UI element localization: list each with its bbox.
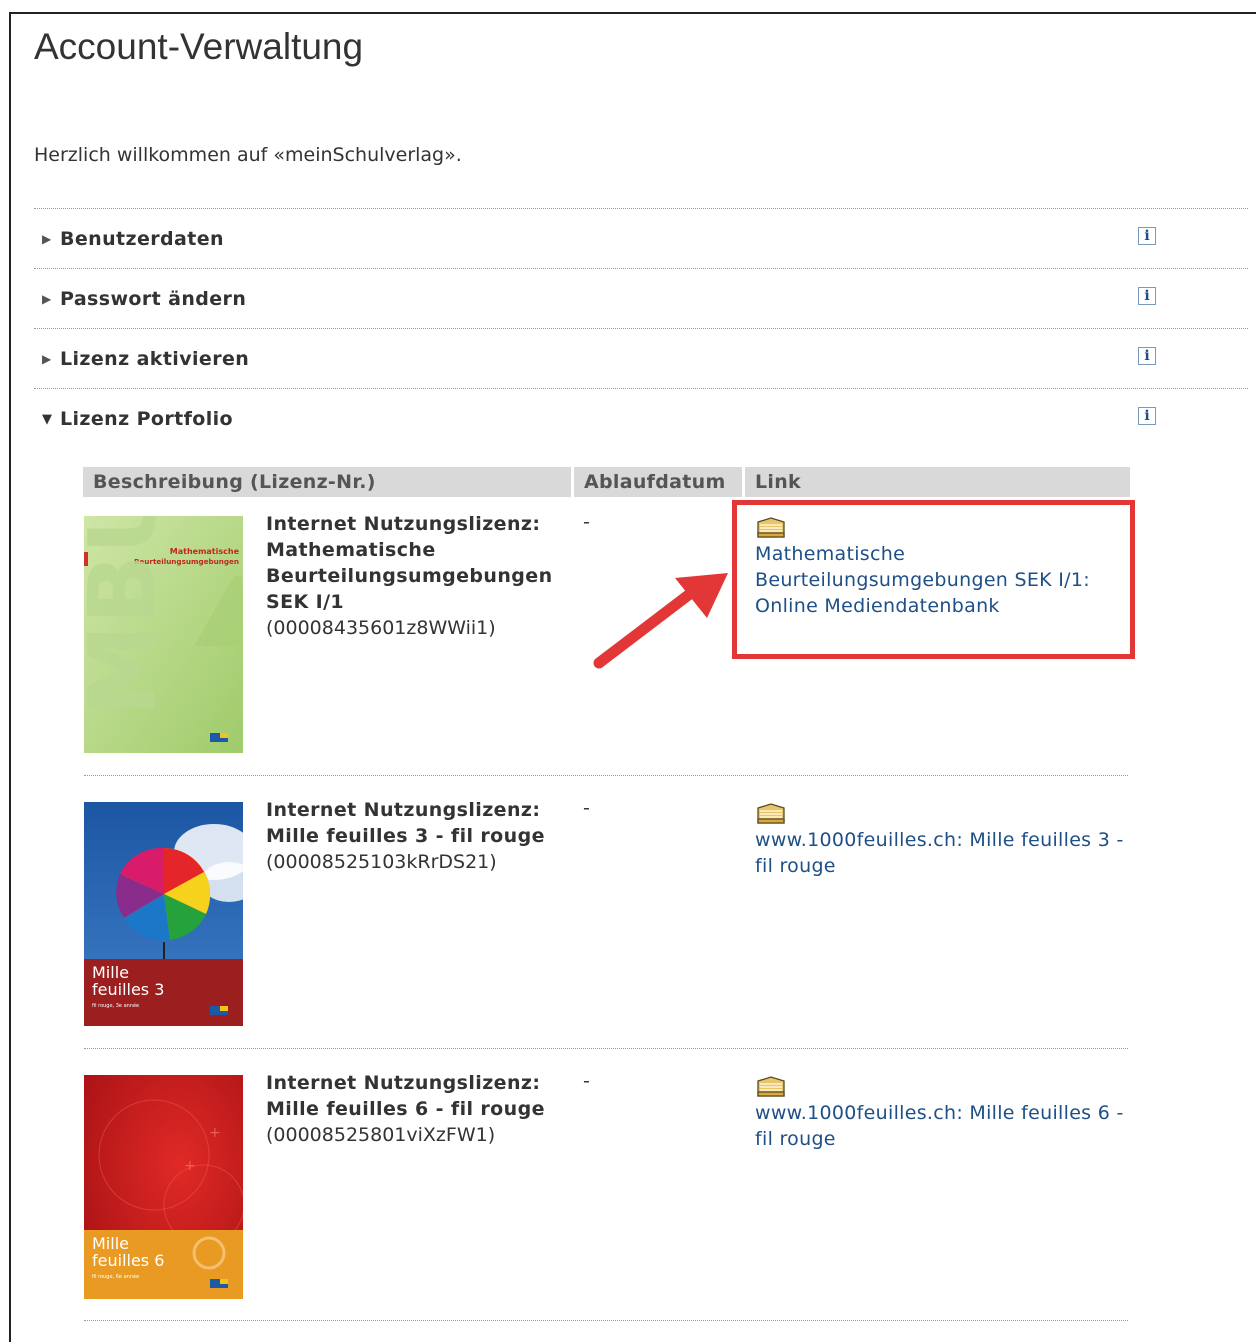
book-cover-mille-feuilles-3: Mille feuilles 3 fil rouge, 3e année: [84, 802, 243, 1026]
column-header-ablaufdatum: Ablaufdatum: [574, 467, 742, 497]
svg-text:MBU: MBU: [84, 516, 176, 716]
accordion-label: Lizenz aktivieren: [60, 348, 250, 370]
chevron-down-icon: ▼: [42, 411, 52, 427]
divider: [34, 388, 1248, 389]
accordion-label: Lizenz Portfolio: [60, 408, 233, 430]
accordion-lizenz-portfolio[interactable]: ▼ Lizenz Portfolio i: [42, 404, 1162, 434]
highlight-box: [732, 500, 1135, 659]
divider: [34, 208, 1248, 209]
column-header-beschreibung: Beschreibung (Lizenz-Nr.): [83, 467, 571, 497]
row-separator: [84, 1320, 1128, 1321]
book-cover-image: Mathematische Beurteilungsumgebungen MBU: [84, 516, 243, 753]
accordion-label: Passwort ändern: [60, 288, 247, 310]
accordion-lizenz-aktivieren[interactable]: ▶ Lizenz aktivieren i: [42, 344, 1162, 374]
license-description: Internet Nutzungslizenz: Mathematische B…: [266, 511, 576, 641]
license-number: (00008525103kRrDS21): [266, 851, 497, 873]
license-title: Internet Nutzungslizenz: Mathematische B…: [266, 513, 553, 613]
license-description: Internet Nutzungslizenz: Mille feuilles …: [266, 797, 576, 875]
chevron-right-icon: ▶: [42, 292, 52, 306]
svg-text:+: +: [209, 1125, 221, 1141]
link-cell: www.1000feuilles.ch: Mille feuilles 6 - …: [755, 1072, 1135, 1152]
license-title: Internet Nutzungslizenz: Mille feuilles …: [266, 1072, 545, 1120]
row-separator: [84, 775, 1128, 776]
info-icon[interactable]: i: [1138, 227, 1156, 245]
column-header-link: Link: [745, 467, 1130, 497]
license-number: (00008525801viXzFW1): [266, 1124, 496, 1146]
folder-icon[interactable]: [755, 1072, 789, 1100]
row-separator: [84, 1048, 1128, 1049]
license-description: Internet Nutzungslizenz: Mille feuilles …: [266, 1070, 576, 1148]
divider: [34, 328, 1248, 329]
expiry-date: -: [583, 1070, 590, 1092]
svg-text:Mathematische: Mathematische: [170, 547, 240, 556]
svg-text:+: +: [184, 1158, 196, 1174]
page-title: Account-Verwaltung: [34, 26, 364, 67]
svg-text:feuilles 3: feuilles 3: [92, 980, 164, 999]
license-title: Internet Nutzungslizenz: Mille feuilles …: [266, 799, 545, 847]
accordion-passwort-aendern[interactable]: ▶ Passwort ändern i: [42, 284, 1162, 314]
info-icon[interactable]: i: [1138, 407, 1156, 425]
accordion-label: Benutzerdaten: [60, 228, 224, 250]
license-number: (00008435601z8WWii1): [266, 617, 496, 639]
license-link[interactable]: www.1000feuilles.ch: Mille feuilles 6 - …: [755, 1102, 1124, 1150]
folder-icon[interactable]: [755, 799, 789, 827]
book-cover-image: + + Mille feuilles 6 fil rouge, 6e année: [84, 1075, 243, 1299]
expiry-date: -: [583, 797, 590, 819]
expiry-date: -: [583, 511, 590, 533]
book-cover-mille-feuilles-6: + + Mille feuilles 6 fil rouge, 6e année: [84, 1075, 243, 1299]
book-cover-image: Mille feuilles 3 fil rouge, 3e année: [84, 802, 243, 1026]
svg-text:fil rouge, 6e année: fil rouge, 6e année: [92, 1273, 139, 1280]
info-icon[interactable]: i: [1138, 287, 1156, 305]
book-cover-mathematische-beurteilungsumgebungen: Mathematische Beurteilungsumgebungen MBU: [84, 516, 243, 753]
info-icon[interactable]: i: [1138, 347, 1156, 365]
link-cell: www.1000feuilles.ch: Mille feuilles 3 - …: [755, 799, 1135, 879]
annotation-arrow-icon: [593, 573, 728, 669]
chevron-right-icon: ▶: [42, 352, 52, 366]
chevron-right-icon: ▶: [42, 232, 52, 246]
svg-text:feuilles 6: feuilles 6: [92, 1251, 164, 1270]
license-link[interactable]: www.1000feuilles.ch: Mille feuilles 3 - …: [755, 829, 1124, 877]
welcome-text: Herzlich willkommen auf «meinSchulverlag…: [34, 144, 462, 166]
divider: [34, 268, 1248, 269]
svg-text:fil rouge, 3e année: fil rouge, 3e année: [92, 1002, 139, 1009]
accordion-benutzerdaten[interactable]: ▶ Benutzerdaten i: [42, 224, 1162, 254]
